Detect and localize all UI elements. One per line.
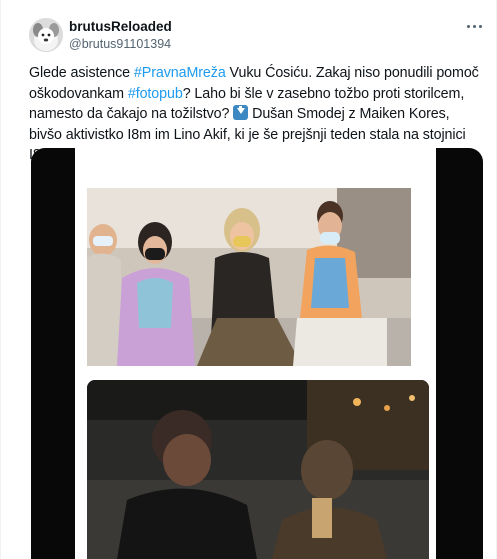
tweet-text-part: Glede asistence — [29, 65, 134, 81]
dog-avatar-icon — [29, 18, 63, 52]
tweet-card[interactable]: brutusReloaded @brutus91101394 Glede asi… — [0, 0, 497, 559]
tweet-media[interactable] — [31, 148, 483, 559]
hashtag-link[interactable]: #fotopub — [128, 86, 183, 102]
media-collage — [75, 148, 436, 559]
night-photo — [87, 380, 429, 559]
group-photo — [87, 188, 411, 366]
author-name[interactable]: brutusReloaded — [69, 19, 172, 35]
more-dots-icon[interactable] — [463, 20, 485, 32]
author-avatar[interactable] — [29, 18, 63, 52]
down-arrow-emoji — [233, 105, 249, 120]
hashtag-link[interactable]: #PravnaMreža — [134, 65, 226, 81]
author-handle[interactable]: @brutus91101394 — [69, 37, 171, 52]
